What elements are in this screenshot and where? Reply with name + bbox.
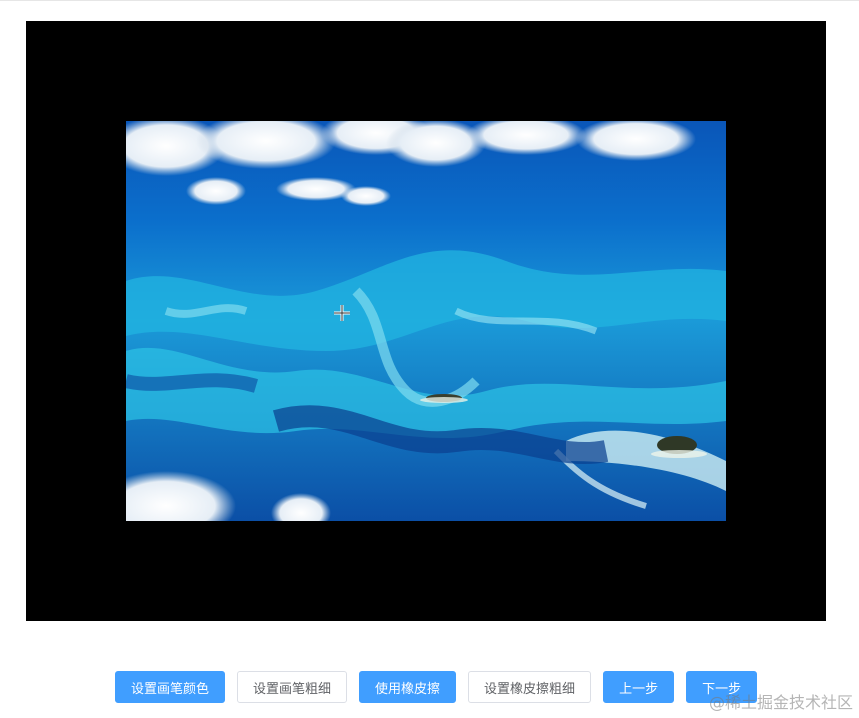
crosshair-cursor-icon — [334, 305, 350, 321]
toolbar: 设置画笔颜色 设置画笔粗细 使用橡皮擦 设置橡皮擦粗细 上一步 下一步 — [115, 671, 758, 703]
top-divider — [0, 0, 859, 1]
set-brush-color-button[interactable]: 设置画笔颜色 — [115, 671, 226, 703]
undo-button[interactable]: 上一步 — [603, 671, 675, 703]
drawing-canvas[interactable] — [26, 21, 826, 621]
use-eraser-button[interactable]: 使用橡皮擦 — [359, 671, 457, 703]
set-eraser-size-button[interactable]: 设置橡皮擦粗细 — [468, 671, 592, 703]
aerial-ocean-photo — [126, 121, 726, 521]
watermark: @稀土掘金技术社区 — [708, 693, 853, 712]
set-brush-size-button[interactable]: 设置画笔粗细 — [237, 671, 348, 703]
